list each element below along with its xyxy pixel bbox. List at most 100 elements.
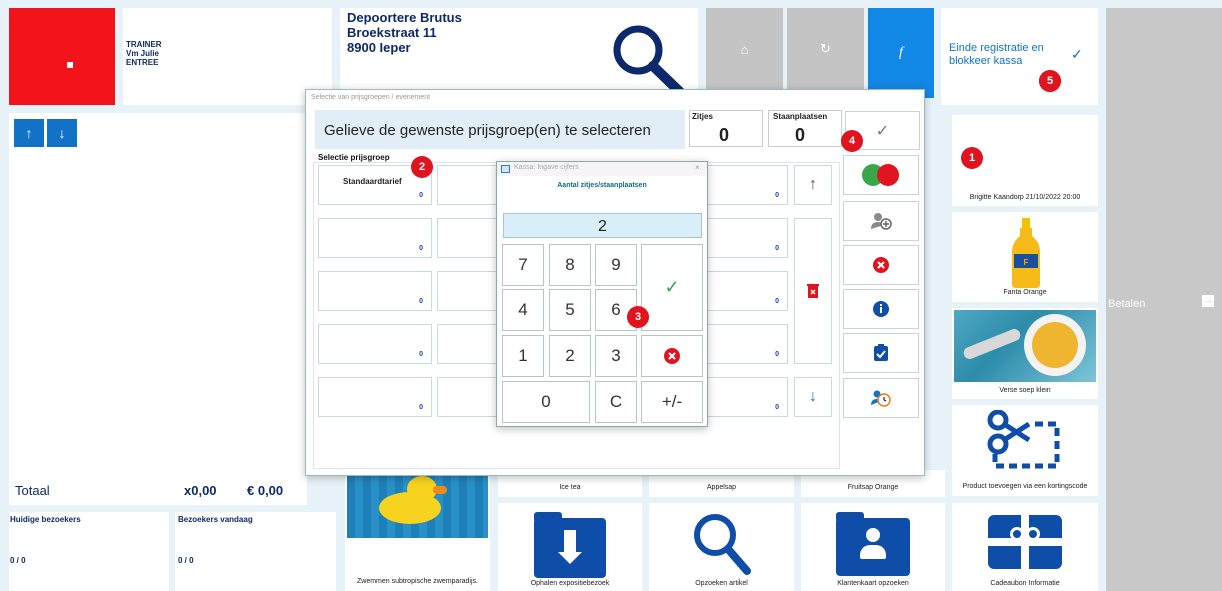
soup-image xyxy=(954,310,1096,382)
pay-button[interactable]: Betalen → xyxy=(1106,8,1222,591)
price-group-cell[interactable]: 0 xyxy=(705,324,788,364)
add-person-button[interactable] xyxy=(843,201,919,241)
standing-value: 0 xyxy=(795,125,806,145)
price-group-cell[interactable]: 0 xyxy=(318,271,432,311)
home-button[interactable]: ⌂ xyxy=(706,8,783,90)
product-label: Brigitte Kaandorp 21/10/2022 20:00 xyxy=(969,194,1081,201)
key-3[interactable]: 3 xyxy=(595,335,637,377)
price-group-count: 0 xyxy=(775,298,779,305)
price-group-count: 0 xyxy=(419,245,423,252)
standing-box: Staanplaatsen 0 xyxy=(768,110,842,147)
price-group-cell[interactable] xyxy=(437,324,497,364)
group-scroll-up-button[interactable]: ↑ xyxy=(794,165,832,205)
key-7[interactable]: 7 xyxy=(502,244,544,286)
group-header: Selectie prijsgroep xyxy=(318,153,390,162)
product-tile-exposition[interactable]: Ophalen expositiebezoek xyxy=(498,503,642,591)
stop-button[interactable] xyxy=(9,8,115,105)
product-label: Ice tea xyxy=(559,484,581,491)
product-tile-soup[interactable]: Verse soep klein xyxy=(952,308,1098,399)
keypad-confirm-button[interactable]: ✓ xyxy=(641,244,703,331)
stop-icon xyxy=(67,62,73,68)
info-button[interactable] xyxy=(843,289,919,329)
arrow-down-icon: ↓ xyxy=(809,388,817,405)
badge-3: 3 xyxy=(627,306,649,328)
price-group-cell[interactable]: 0 xyxy=(705,165,788,205)
checkmark-icon: ✓ xyxy=(664,277,680,297)
dialog-title: Selectie van prijsgroepen / evenement xyxy=(311,94,431,101)
price-group-cell[interactable]: 0 xyxy=(318,324,432,364)
customer-info[interactable]: Depoortere Brutus Broekstraat 11 8900 Ie… xyxy=(340,8,698,98)
trash-icon xyxy=(807,284,819,298)
product-tile-discount-code[interactable]: Product toevoegen via een kortingscode xyxy=(952,405,1098,496)
scissors-coupon-icon xyxy=(987,410,1060,469)
person-clock-icon xyxy=(871,390,891,407)
key-1[interactable]: 1 xyxy=(502,335,544,377)
group-scroll-down-button[interactable]: ↓ xyxy=(794,377,832,417)
key-clear[interactable]: C xyxy=(595,381,637,423)
toggle-seats-button[interactable] xyxy=(843,155,919,195)
price-group-cell[interactable] xyxy=(437,218,497,258)
product-label: Klantenkaart opzoeken xyxy=(837,580,909,587)
operator-info: TRAINER Vm Julie ENTREE xyxy=(123,8,332,105)
info-icon xyxy=(873,301,889,317)
price-group-cell[interactable]: 0 xyxy=(705,218,788,258)
price-group-cell[interactable] xyxy=(437,165,497,205)
order-panel: ↑ ↓ Totaal x0,00 € 0,00 xyxy=(9,113,307,505)
scroll-down-button[interactable]: ↓ xyxy=(47,119,77,147)
home-icon: ⌂ xyxy=(740,41,749,57)
price-group-cell[interactable]: 0 xyxy=(318,218,432,258)
checkmark-icon: ✓ xyxy=(875,122,890,140)
cancel-button[interactable] xyxy=(843,245,919,285)
key-2[interactable]: 2 xyxy=(549,335,591,377)
end-registration-button[interactable]: Einde registratie en blokkeer kassa ✓ 5 xyxy=(941,8,1098,105)
customer-city: 8900 Ieper xyxy=(347,40,411,55)
product-label: Product toevoegen via een kortingscode xyxy=(962,483,1088,490)
person-settings-button[interactable] xyxy=(843,378,919,418)
product-tile-customer-card[interactable]: Klantenkaart opzoeken xyxy=(801,503,945,591)
scroll-up-button[interactable]: ↑ xyxy=(14,119,44,147)
badge-2: 2 xyxy=(411,156,433,178)
operator-name: Vm Julie xyxy=(126,49,159,58)
key-plus-minus[interactable]: +/- xyxy=(641,381,703,423)
key-9[interactable]: 9 xyxy=(595,244,637,286)
gift-voucher-icon xyxy=(988,515,1062,569)
key-0[interactable]: 0 xyxy=(502,381,590,423)
product-label: Fanta Orange xyxy=(1003,289,1047,296)
price-group-cell[interactable] xyxy=(437,377,497,417)
clipboard-check-icon xyxy=(874,344,888,361)
current-visitors: Huidige bezoekers 0 / 0 xyxy=(9,512,169,591)
seats-value: 0 xyxy=(719,125,730,145)
keypad-value: 2 xyxy=(598,218,607,235)
keypad-cancel-button[interactable] xyxy=(641,335,703,377)
badge-4: 4 xyxy=(841,130,863,152)
function-button[interactable]: f xyxy=(868,8,934,98)
product-label: Zwemmen subtropische zwemparadijs. xyxy=(357,578,478,585)
product-tile-gift-voucher[interactable]: Cadeaubon Informatie xyxy=(952,503,1098,591)
refresh-button[interactable]: ↻ xyxy=(787,8,864,90)
clipboard-check-button[interactable] xyxy=(843,333,919,373)
price-group-cell[interactable]: 0 xyxy=(705,271,788,311)
keypad-title: Kassa: Ingave cijfers xyxy=(514,164,579,171)
price-group-cell[interactable]: 0 xyxy=(705,377,788,417)
window-icon xyxy=(501,165,510,173)
duck-image xyxy=(347,472,488,538)
key-4[interactable]: 4 xyxy=(502,289,544,331)
badge-5: 5 xyxy=(1039,70,1061,92)
checkmark-icon: ✓ xyxy=(1071,46,1083,62)
arrow-right-icon: → xyxy=(1202,295,1214,307)
price-group-count: 0 xyxy=(419,351,423,358)
badge-1: 1 xyxy=(961,147,983,169)
price-group-cell[interactable] xyxy=(437,271,497,311)
delete-group-button[interactable] xyxy=(794,218,832,364)
customer-street: Broekstraat 11 xyxy=(347,25,437,40)
total-label: Totaal xyxy=(15,483,50,498)
key-8[interactable]: 8 xyxy=(549,244,591,286)
key-5[interactable]: 5 xyxy=(549,289,591,331)
price-group-cell[interactable]: 0 xyxy=(318,377,432,417)
close-icon[interactable]: × xyxy=(695,163,700,172)
product-tile-swimming[interactable]: Zwemmen subtropische zwemparadijs. xyxy=(345,470,490,591)
seats-box: Zitjes 0 xyxy=(689,110,763,147)
product-tile-search-article[interactable]: Opzoeken artikel xyxy=(649,503,794,591)
search-icon[interactable] xyxy=(610,22,688,98)
product-tile-fanta[interactable]: F Fanta Orange xyxy=(952,212,1098,302)
